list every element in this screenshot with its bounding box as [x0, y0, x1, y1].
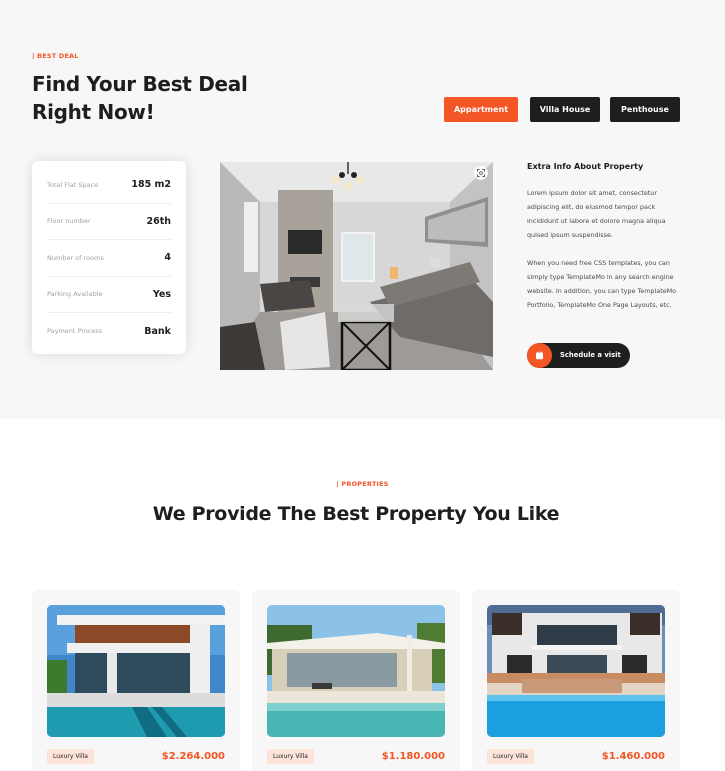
detail-label: Parking Available: [47, 290, 103, 299]
property-tag[interactable]: Luxury Villa: [267, 749, 314, 764]
property-image[interactable]: [487, 605, 665, 737]
detail-row: Floor number 26th: [47, 204, 171, 240]
property-details-card: Total Flat Space 185 m2 Floor number 26t…: [32, 161, 186, 354]
extra-info-paragraph: When you need free CSS templates, you ca…: [527, 259, 677, 309]
detail-label: Payment Process: [47, 327, 103, 336]
property-card[interactable]: Luxury Villa $1.460.000: [472, 590, 680, 771]
detail-label: Floor number: [47, 217, 91, 226]
tab-appartment[interactable]: Appartment: [444, 97, 518, 122]
property-image[interactable]: [47, 605, 225, 737]
detail-row: Parking Available Yes: [47, 277, 171, 313]
detail-label: Number of rooms: [47, 253, 104, 262]
properties-eyebrow: | PROPERTIES: [336, 480, 389, 488]
property-price: $2.264.000: [161, 751, 225, 762]
property-tag[interactable]: Luxury Villa: [47, 749, 94, 764]
tab-penthouse[interactable]: Penthouse: [610, 97, 680, 122]
schedule-visit-button[interactable]: Schedule a visit: [527, 343, 630, 368]
property-price: $1.460.000: [601, 751, 665, 762]
detail-value: Yes: [152, 288, 171, 300]
living-room-illustration: [220, 162, 493, 370]
detail-value: 26th: [146, 215, 171, 227]
property-card[interactable]: Luxury Villa $1.180.000: [252, 590, 460, 771]
property-card[interactable]: Luxury Villa $2.264.000: [32, 590, 240, 771]
tab-villa-house[interactable]: Villa House: [530, 97, 600, 122]
calendar-icon: [527, 343, 552, 368]
living-room-image: [220, 162, 493, 370]
detail-value: Bank: [144, 325, 171, 337]
detail-label: Total Flat Space: [47, 180, 99, 189]
property-price: $1.180.000: [381, 751, 445, 762]
property-image[interactable]: [267, 605, 445, 737]
section-title: Find Your Best Deal Right Now!: [32, 72, 248, 124]
properties-title: We Provide The Best Property You Like: [152, 503, 560, 525]
best-deal-section: | BEST DEAL Find Your Best Deal Right No…: [0, 0, 725, 419]
detail-row: Number of rooms 4: [47, 240, 171, 277]
detail-value: 4: [164, 252, 171, 264]
zoom-icon[interactable]: [474, 166, 488, 180]
schedule-visit-label: Schedule a visit: [560, 351, 621, 359]
detail-value: 185 m2: [131, 179, 171, 191]
extra-info-title: Extra Info About Property: [527, 162, 644, 171]
extra-info-paragraph: Lorem ipsum dolor sit amet, consectetur …: [527, 189, 666, 239]
section-eyebrow: | BEST DEAL: [32, 52, 79, 60]
detail-row: Total Flat Space 185 m2: [47, 167, 171, 204]
detail-row: Payment Process Bank: [47, 313, 171, 350]
property-tag[interactable]: Luxury Villa: [487, 749, 534, 764]
